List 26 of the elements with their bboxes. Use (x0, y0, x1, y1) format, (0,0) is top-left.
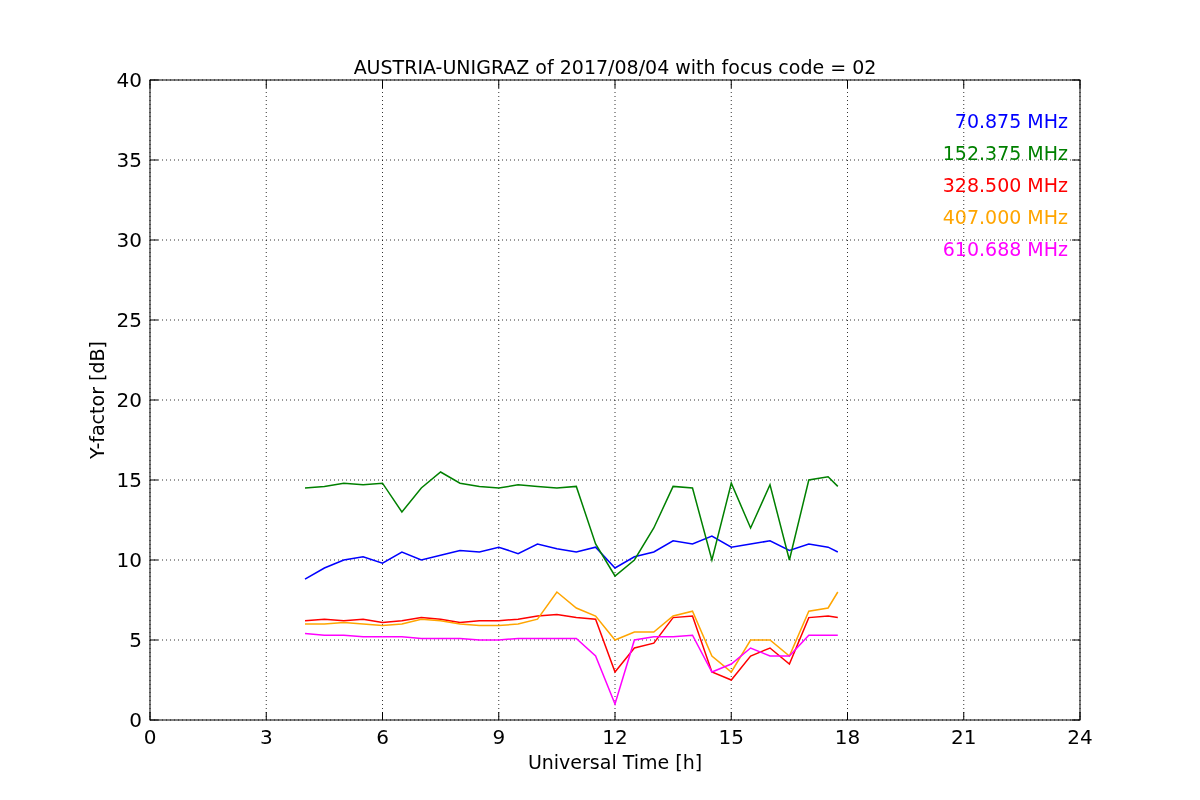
x-tick-label: 15 (718, 725, 744, 749)
x-tick-label: 21 (951, 725, 977, 749)
y-axis-label: Y-factor [dB] (86, 341, 108, 459)
y-tick-label: 40 (116, 68, 142, 92)
legend-label: 610.688 MHz (942, 238, 1068, 260)
y-tick-label: 0 (129, 708, 142, 732)
legend-label: 152.375 MHz (942, 142, 1068, 164)
y-tick-label: 15 (116, 468, 142, 492)
x-tick-label: 24 (1067, 725, 1093, 749)
x-tick-label: 9 (492, 725, 506, 749)
legend-label: 70.875 MHz (954, 110, 1068, 132)
y-tick-label: 10 (116, 548, 142, 572)
x-tick-label: 12 (602, 725, 628, 749)
x-tick-label: 18 (834, 725, 861, 749)
legend-label: 328.500 MHz (942, 174, 1068, 196)
y-tick-label: 5 (129, 628, 142, 652)
chart-title: AUSTRIA-UNIGRAZ of 2017/08/04 with focus code = 02 (353, 56, 877, 78)
y-tick-label: 20 (116, 388, 142, 412)
y-tick-label: 30 (116, 228, 142, 252)
x-tick-label: 0 (143, 725, 157, 749)
y-tick-label: 35 (116, 148, 142, 172)
legend-label: 407.000 MHz (942, 206, 1068, 228)
x-axis-label: Universal Time [h] (527, 751, 703, 773)
x-tick-label: 3 (259, 725, 273, 749)
x-tick-label: 6 (376, 725, 389, 749)
y-tick-label: 25 (116, 308, 142, 332)
